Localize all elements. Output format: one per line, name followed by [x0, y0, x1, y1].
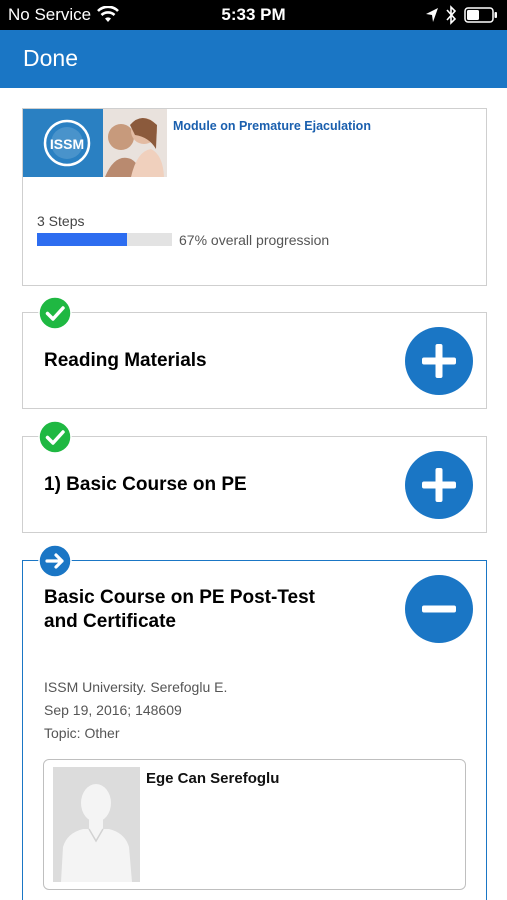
expand-button[interactable] [405, 327, 473, 395]
step-date-id: Sep 19, 2016; 148609 [44, 702, 182, 718]
module-card[interactable]: ISSM Module on Premature Ejaculation 3 S… [22, 108, 487, 286]
progress-bar [37, 233, 172, 246]
progress-text: 67% overall progression [179, 232, 330, 248]
logo-text: ISSM [50, 136, 84, 152]
step-author: ISSM University. Serefoglu E. [44, 679, 228, 695]
steps-count: 3 Steps [37, 213, 85, 229]
check-icon [38, 296, 72, 330]
bluetooth-icon [446, 5, 456, 25]
check-icon [38, 420, 72, 454]
step-card-post-test[interactable]: Basic Course on PE Post-Test and Certifi… [22, 560, 487, 900]
step-topic: Topic: Other [44, 725, 120, 741]
plus-icon [422, 344, 456, 378]
collapse-button[interactable] [405, 575, 473, 643]
minus-icon [422, 605, 456, 613]
arrow-right-icon [38, 544, 72, 578]
step-title: Reading Materials [44, 350, 207, 371]
status-bar: No Service 5:33 PM [0, 0, 507, 30]
expand-button[interactable] [405, 451, 473, 519]
step-card-basic-course[interactable]: 1) Basic Course on PE [22, 436, 487, 533]
step-title-line2: and Certificate [44, 611, 176, 632]
person-silhouette-icon [53, 767, 140, 882]
plus-icon [422, 468, 456, 502]
instructor-name: Ege Can Serefoglu [146, 770, 280, 787]
battery-icon [464, 7, 497, 23]
instructor-card[interactable]: Ege Can Serefoglu [43, 759, 466, 890]
navigation-bar: Done [0, 30, 507, 88]
module-title[interactable]: Module on Premature Ejaculation [173, 119, 371, 133]
location-arrow-icon [426, 8, 438, 22]
progress-bar-fill [37, 233, 128, 246]
step-title-line1: Basic Course on PE Post-Test [44, 587, 315, 608]
module-thumbnail: ISSM [23, 109, 167, 177]
step-title: 1) Basic Course on PE [44, 474, 247, 495]
step-card-reading-materials[interactable]: Reading Materials [22, 312, 487, 409]
done-button[interactable]: Done [23, 45, 78, 72]
avatar [53, 767, 140, 882]
